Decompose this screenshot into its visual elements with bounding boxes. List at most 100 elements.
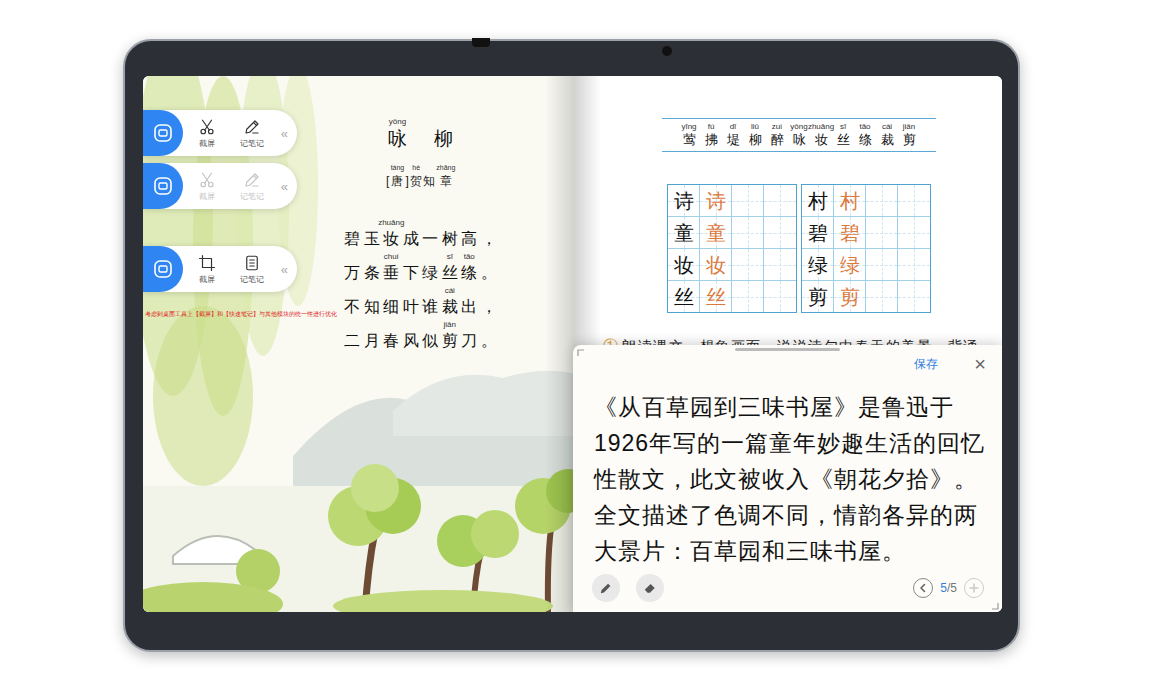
hanzi: 醉 bbox=[771, 132, 784, 148]
model-char: 丝 bbox=[674, 287, 694, 307]
ruby-char: 树 bbox=[440, 217, 460, 251]
grid-guide bbox=[780, 217, 781, 248]
tool-row: 截屏 记笔记 bbox=[190, 118, 269, 149]
grid-guide bbox=[748, 217, 749, 248]
hanzi: 高 bbox=[461, 228, 477, 250]
poem-line: 二月春风似jiǎn剪刀。 bbox=[343, 319, 499, 353]
hanzi: 谁 bbox=[422, 296, 438, 318]
hanzi: 不 bbox=[344, 296, 360, 318]
desktop-toolbar: 截屏记笔记 « bbox=[143, 163, 297, 209]
tablet: yǒng咏柳[táng唐]hè贺知zhāng章碧玉zhuāng妆成一树高，万条c… bbox=[123, 39, 1020, 652]
practice-cell bbox=[898, 281, 930, 312]
poem-line: 碧玉zhuāng妆成一树高， bbox=[343, 217, 499, 251]
hanzi: 莺 bbox=[683, 132, 696, 148]
toolbar-handle[interactable] bbox=[143, 163, 183, 209]
pen-icon bbox=[243, 171, 261, 189]
grid-half: 村村碧碧绿绿剪剪 bbox=[801, 184, 931, 313]
ruby-char: 高 bbox=[460, 217, 480, 251]
toolbar-tool[interactable]: 截屏 bbox=[190, 118, 224, 149]
grid-row: 丝丝 bbox=[668, 281, 796, 312]
toolbar-handle[interactable] bbox=[143, 246, 183, 292]
ruby-char: 月 bbox=[362, 319, 382, 353]
pinyin: jiǎn bbox=[444, 319, 456, 330]
practice-cell bbox=[764, 185, 796, 216]
hanzi: 叶 bbox=[403, 296, 419, 318]
scissors-icon bbox=[198, 171, 216, 189]
page-divider: / bbox=[947, 580, 950, 596]
trace-cell: 丝 bbox=[700, 281, 732, 312]
ruby-char: yīng莺 bbox=[678, 122, 700, 148]
ruby-char: yǒng咏 bbox=[788, 122, 810, 148]
prev-page-icon[interactable] bbox=[913, 578, 933, 598]
tool-row: 截屏 记笔记 bbox=[190, 254, 269, 285]
tool-label: 记笔记 bbox=[240, 191, 264, 202]
pen-icon[interactable] bbox=[592, 574, 620, 602]
hanzi: 堤 bbox=[727, 132, 740, 148]
hanzi: 风 bbox=[403, 330, 419, 352]
trace-char: 碧 bbox=[840, 223, 860, 243]
ruby-char: liǔ柳 bbox=[744, 122, 766, 148]
writing-grid: 诗诗童童妆妆丝丝村村碧碧绿绿剪剪 bbox=[667, 184, 1002, 313]
hanzi: 树 bbox=[442, 228, 458, 250]
app-icon bbox=[153, 123, 173, 143]
collapse-button[interactable]: « bbox=[281, 263, 288, 276]
hanzi: 知 bbox=[364, 296, 380, 318]
hanzi: 咏 bbox=[388, 127, 407, 151]
ruby-char: 不 bbox=[343, 285, 363, 319]
pinyin: zhuāng bbox=[378, 217, 404, 228]
tool-label: 截屏 bbox=[199, 138, 215, 149]
grid-guide bbox=[882, 185, 883, 216]
hanzi: 柳 bbox=[749, 132, 762, 148]
hanzi: 绿 bbox=[422, 262, 438, 284]
grid-guide bbox=[780, 249, 781, 280]
quick-note[interactable]: 保存 × 《从百草园到三味书屋》是鲁迅于1926年写的一篇童年妙趣生活的回忆性散文，… bbox=[573, 345, 1002, 612]
hanzi: 唐 bbox=[391, 173, 403, 189]
toolbar-handle[interactable] bbox=[143, 110, 183, 156]
eraser-icon[interactable] bbox=[636, 574, 664, 602]
practice-cell bbox=[732, 217, 764, 248]
collapse-button[interactable]: « bbox=[281, 127, 288, 140]
hanzi: 丝 bbox=[442, 262, 458, 284]
hanzi: 下 bbox=[403, 262, 419, 284]
ruby-char: táng唐 bbox=[390, 163, 405, 189]
practice-cell bbox=[732, 185, 764, 216]
hanzi: 碧 bbox=[344, 228, 360, 250]
pinyin: tāo bbox=[464, 251, 475, 262]
toolbar-tool[interactable]: 记笔记 bbox=[235, 118, 269, 149]
note-body[interactable]: 《从百草园到三味书屋》是鲁迅于1926年写的一篇童年妙趣生活的回忆性散文，此文被… bbox=[573, 379, 1002, 569]
screen: yǒng咏柳[táng唐]hè贺知zhāng章碧玉zhuāng妆成一树高，万条c… bbox=[143, 76, 1002, 612]
pinyin: yǒng bbox=[389, 116, 406, 127]
practice-cell bbox=[898, 217, 930, 248]
design-annotation: 考虑到桌面工具上【截屏】和【快速笔记】与其他模块的统一性进行优化 bbox=[145, 310, 337, 318]
tool-label: 记笔记 bbox=[240, 138, 264, 149]
ruby-char: zuì醉 bbox=[766, 122, 788, 148]
pinyin: fú bbox=[708, 122, 715, 132]
hanzi: 柳 bbox=[434, 127, 453, 151]
toolbar-tool[interactable]: 记笔记 bbox=[235, 254, 269, 285]
hanzi: 丝 bbox=[837, 132, 850, 148]
grid-row: 童童 bbox=[668, 217, 796, 249]
ruby-char: 细 bbox=[382, 285, 402, 319]
tool-row: 截屏记笔记 bbox=[190, 171, 269, 202]
note-footer: 5/5 bbox=[573, 569, 1002, 612]
ruby-char: [ bbox=[385, 163, 390, 189]
ruby-char: jiǎn剪 bbox=[440, 319, 460, 353]
grid-guide bbox=[882, 281, 883, 312]
close-button[interactable]: × bbox=[974, 354, 986, 374]
toolbar-tool[interactable]: 截屏 bbox=[190, 254, 224, 285]
model-cell: 绿 bbox=[802, 249, 834, 280]
drag-handle[interactable] bbox=[735, 348, 840, 351]
ruby-char: 。 bbox=[479, 319, 499, 353]
ruby-char: 绿 bbox=[421, 251, 441, 285]
practice-cell bbox=[898, 185, 930, 216]
resize-icon[interactable] bbox=[991, 602, 999, 610]
collapse-button[interactable]: « bbox=[281, 180, 288, 193]
ruby-char: tāo绦 bbox=[460, 251, 480, 285]
ruby-char: 出 bbox=[460, 285, 480, 319]
tool-label: 截屏 bbox=[199, 274, 215, 285]
practice-cell bbox=[732, 281, 764, 312]
trace-cell: 妆 bbox=[700, 249, 732, 280]
grid-guide bbox=[748, 249, 749, 280]
save-button[interactable]: 保存 bbox=[914, 356, 938, 372]
model-char: 村 bbox=[808, 191, 828, 211]
